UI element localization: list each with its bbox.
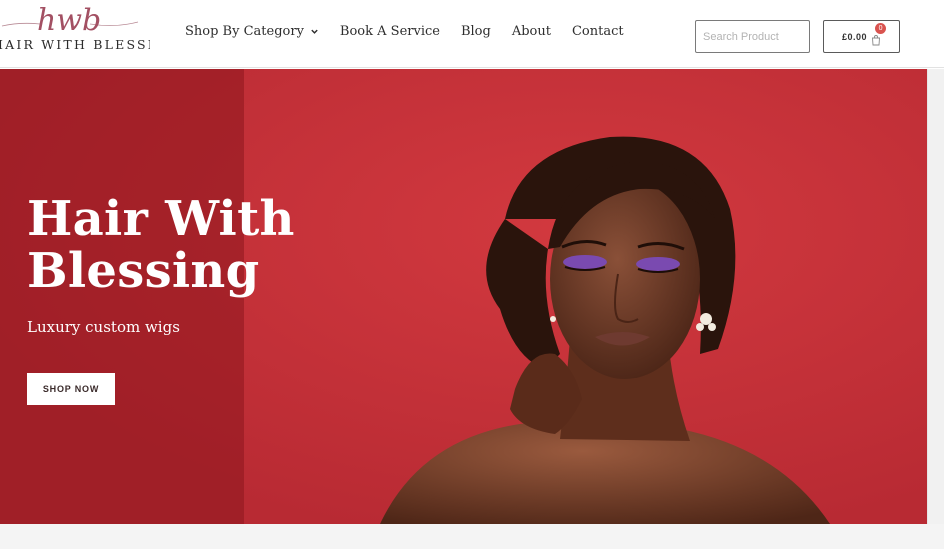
logo-text: HAIR WITH BLESSING [0,37,150,52]
nav-item-label: Book A Service [339,24,440,39]
site-header: hwb HAIR WITH BLESSING Shop By Category … [0,0,944,68]
nav-item-about[interactable]: About [512,24,551,39]
svg-text:hwb: hwb [37,3,101,38]
scrollbar[interactable] [927,69,944,524]
hero-subtitle: Luxury custom wigs [27,318,180,336]
chevron-down-icon [311,29,318,34]
logo[interactable]: hwb HAIR WITH BLESSING [0,0,150,60]
nav-item-contact[interactable]: Contact [572,24,624,39]
cart-icon: 0 [871,22,887,45]
cart-count-badge: 0 [875,22,887,34]
cart-amount: £0.00 [841,31,868,42]
nav-item-label: Blog [460,24,491,39]
nav-item-label: About [511,24,551,39]
main-nav: Shop By Category Book A Service Blog Abo… [185,24,645,39]
below-fold-section [0,524,944,549]
nav-item-blog[interactable]: Blog [461,24,491,39]
nav-item-label: Contact [571,24,624,39]
shop-now-button[interactable]: SHOP NOW [27,373,115,405]
nav-item-label: Shop By Category [185,24,304,39]
cart-button[interactable]: £0.00 0 [823,20,900,53]
logo-script: hwb [1,3,139,38]
hero-banner: Hair With Blessing Luxury custom wigs SH… [0,69,927,524]
search-input[interactable] [695,20,810,53]
nav-item-book-a-service[interactable]: Book A Service [340,24,440,39]
nav-item-shop-by-category[interactable]: Shop By Category [185,24,319,39]
hero-title: Hair With Blessing [27,191,295,299]
